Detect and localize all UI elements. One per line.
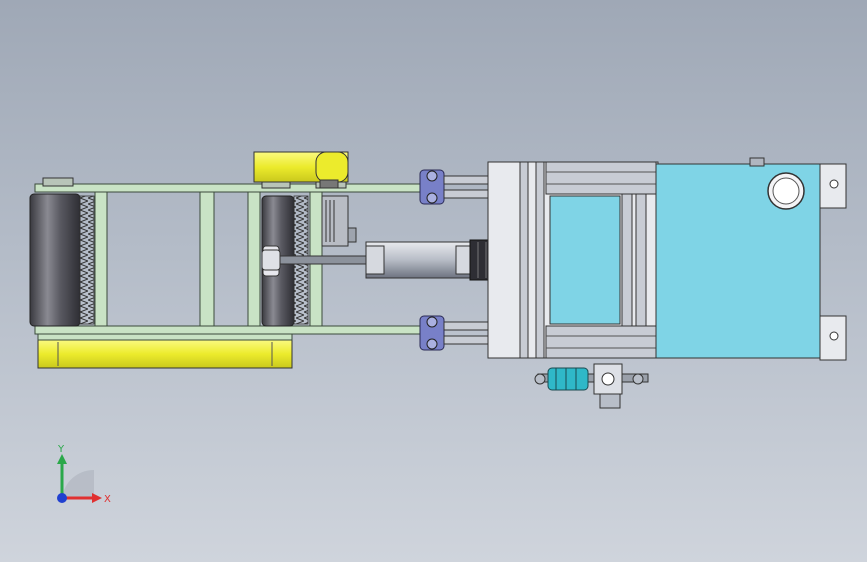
linkage-arm-bottom[interactable] bbox=[419, 315, 491, 351]
gear-motor[interactable] bbox=[321, 195, 357, 247]
axis-triad: Y X bbox=[57, 444, 111, 505]
cross-member-2 bbox=[199, 191, 215, 327]
z-axis-dot bbox=[57, 493, 67, 503]
frame-rail-bottom bbox=[34, 325, 441, 335]
main-roller-left[interactable] bbox=[29, 193, 81, 327]
piston-rod bbox=[269, 255, 371, 265]
mounting-tab-top[interactable] bbox=[819, 163, 847, 209]
frame-rail-top bbox=[34, 183, 441, 193]
cross-member-3 bbox=[247, 191, 261, 327]
y-axis-label: Y bbox=[57, 444, 65, 455]
cross-member-1 bbox=[94, 191, 108, 327]
cad-viewport[interactable]: Y X bbox=[0, 0, 867, 562]
yellow-guard-bottom[interactable] bbox=[37, 333, 293, 369]
aluminum-profile-frame[interactable] bbox=[487, 161, 659, 359]
mounting-tab-bottom[interactable] bbox=[819, 315, 847, 361]
linkage-arm-top[interactable] bbox=[419, 169, 491, 205]
bracket-top-left bbox=[42, 177, 74, 187]
roller-teeth-left bbox=[79, 195, 95, 325]
x-axis-label: X bbox=[104, 494, 111, 505]
cyan-base-plate[interactable] bbox=[655, 157, 821, 359]
valve-fitting[interactable] bbox=[534, 363, 649, 409]
clevis bbox=[261, 249, 281, 271]
